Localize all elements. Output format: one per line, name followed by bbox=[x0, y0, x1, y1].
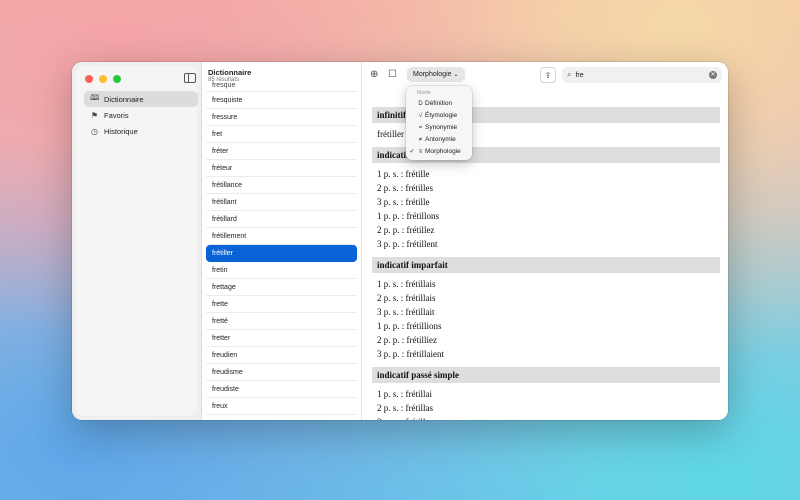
conjugation-row: 3 p. s. : frétilla bbox=[377, 415, 715, 420]
sidebar-toggle-icon[interactable] bbox=[184, 73, 196, 83]
list-title: Dictionnaire bbox=[208, 68, 252, 77]
list-item[interactable]: freudiste bbox=[206, 381, 357, 398]
mode-glyph-icon: = bbox=[418, 125, 423, 131]
conjugation-row: 2 p. p. : frétilliez bbox=[377, 335, 437, 345]
mode-option-label: Morphologie bbox=[425, 148, 461, 155]
mode-option-étymologie[interactable]: √ Étymologie bbox=[406, 110, 472, 122]
bookmark-icon[interactable]: ☐ bbox=[388, 69, 397, 80]
conjugation-row: 2 p. s. : frétilles bbox=[377, 183, 433, 193]
sidebar: 🕮 Dictionnaire ⚑ Favoris ◷ Historique bbox=[72, 62, 202, 420]
conjugation-row: 2 p. p. : frétillez bbox=[377, 225, 435, 235]
list-item[interactable]: fréter bbox=[206, 143, 357, 160]
list-item[interactable]: fréteur bbox=[206, 160, 357, 177]
list-item[interactable]: fresque bbox=[206, 80, 357, 92]
section-body: 1 p. s. : frétillais 2 p. s. : frétillais… bbox=[372, 273, 720, 367]
list-item[interactable]: fret bbox=[206, 126, 357, 143]
share-icon: ⇪ bbox=[544, 70, 552, 80]
zoom-icon[interactable]: ⊕ bbox=[370, 69, 378, 80]
section-body: 1 p. s. : frétille 2 p. s. : frétilles 3 p… bbox=[372, 163, 720, 257]
sidebar-item-historique[interactable]: ◷ Historique bbox=[84, 123, 198, 139]
list-item[interactable]: frétillance bbox=[206, 177, 357, 194]
search-icon: ⌕ bbox=[567, 70, 572, 79]
toolbar: ⊕ ☐ Morphologie ⌄ ⇪ ⌕ fre ✕ bbox=[362, 62, 728, 88]
conjugation-row: 1 p. p. : frétillons bbox=[377, 211, 439, 221]
mode-label: Morphologie bbox=[413, 71, 452, 78]
list-item[interactable]: fretter bbox=[206, 330, 357, 347]
share-button[interactable]: ⇪ bbox=[540, 67, 556, 83]
mode-glyph-icon: √ bbox=[418, 113, 423, 119]
sidebar-item-label: Favoris bbox=[104, 110, 129, 120]
minimize-window-button[interactable] bbox=[99, 75, 107, 83]
mode-option-label: Étymologie bbox=[425, 112, 458, 119]
conjugation-row: 3 p. p. : frétillent bbox=[377, 239, 438, 249]
list-item[interactable]: fresquiste bbox=[206, 92, 357, 109]
clock-icon: ◷ bbox=[91, 126, 98, 136]
checkmark-icon: ✓ bbox=[409, 149, 415, 155]
chevron-down-icon: ⌄ bbox=[453, 72, 459, 78]
mode-option-label: Antonymie bbox=[425, 136, 456, 143]
mode-glyph-icon: ≡ bbox=[418, 149, 423, 155]
mode-option-morphologie[interactable]: ✓ ≡ Morphologie bbox=[406, 146, 472, 158]
conjugation-row: 3 p. s. : frétillait bbox=[377, 307, 435, 317]
section-body: 1 p. s. : frétillai 2 p. s. : frétillas 3 … bbox=[372, 383, 720, 420]
conjugation-row: 1 p. s. : frétillais bbox=[377, 279, 436, 289]
list-item[interactable]: frette bbox=[206, 296, 357, 313]
conjugation-row: 3 p. p. : frétillaient bbox=[377, 349, 444, 359]
list-item[interactable]: frétillard bbox=[206, 211, 357, 228]
mode-option-définition[interactable]: D Définition bbox=[406, 98, 472, 110]
conjugation-row: 1 p. p. : frétillions bbox=[377, 321, 442, 331]
results-list: fresque fresquiste fressure fret fréter fréte… bbox=[202, 80, 361, 415]
list-item[interactable]: freudisme bbox=[206, 364, 357, 381]
mode-option-label: Définition bbox=[425, 100, 453, 107]
app-window: 🕮 Dictionnaire ⚑ Favoris ◷ Historique Diction… bbox=[72, 62, 728, 420]
list-item[interactable]: freudien bbox=[206, 347, 357, 364]
window-controls bbox=[85, 75, 121, 83]
book-icon: 🕮 bbox=[90, 93, 100, 102]
list-item[interactable]: frétillement bbox=[206, 228, 357, 245]
list-item[interactable]: fretin bbox=[206, 262, 357, 279]
sidebar-nav: 🕮 Dictionnaire ⚑ Favoris ◷ Historique bbox=[84, 91, 198, 139]
clear-search-icon[interactable]: ✕ bbox=[709, 71, 717, 79]
bookmark-icon: ⚑ bbox=[90, 110, 99, 120]
mode-menu: Mode D Définition √ Étymologie = Synonymie ≠ An… bbox=[406, 86, 472, 160]
mode-glyph-icon: D bbox=[418, 101, 423, 107]
list-item[interactable]: freux bbox=[206, 398, 357, 415]
conjugation-row: 2 p. s. : frétillais bbox=[377, 293, 436, 303]
search-input[interactable]: fre bbox=[575, 72, 709, 79]
sidebar-item-label: Historique bbox=[104, 126, 138, 136]
mode-option-label: Synonymie bbox=[425, 124, 458, 131]
conjugation-row: 3 p. s. : frétille bbox=[377, 197, 430, 207]
list-item[interactable]: fressure bbox=[206, 109, 357, 126]
mode-dropdown-button[interactable]: Morphologie ⌄ bbox=[407, 67, 465, 82]
zoom-window-button[interactable] bbox=[113, 75, 121, 83]
results-list-panel: Dictionnaire 85 résultats fresque fresqui… bbox=[202, 62, 362, 420]
sidebar-item-favoris[interactable]: ⚑ Favoris bbox=[84, 107, 198, 123]
mode-option-synonymie[interactable]: = Synonymie bbox=[406, 122, 472, 134]
sidebar-panel: 🕮 Dictionnaire ⚑ Favoris ◷ Historique bbox=[76, 66, 198, 416]
section-heading: indicatif imparfait bbox=[372, 257, 720, 273]
conjugation-row: 2 p. s. : frétillas bbox=[377, 403, 433, 413]
sidebar-item-label: Dictionnaire bbox=[104, 94, 144, 104]
list-item[interactable]: frétillant bbox=[206, 194, 357, 211]
conjugation-row: 1 p. s. : frétillai bbox=[377, 389, 432, 399]
list-item[interactable]: frétiller bbox=[206, 245, 357, 262]
mode-glyph-icon: ≠ bbox=[418, 137, 423, 143]
section-heading: indicatif passé simple bbox=[372, 367, 720, 383]
conjugation-row: 1 p. s. : frétille bbox=[377, 169, 430, 179]
list-item[interactable]: fretté bbox=[206, 313, 357, 330]
mode-option-antonymie[interactable]: ≠ Antonymie bbox=[406, 134, 472, 146]
mode-menu-header: Mode bbox=[417, 90, 431, 96]
list-item[interactable]: frettage bbox=[206, 279, 357, 296]
close-window-button[interactable] bbox=[85, 75, 93, 83]
search-field[interactable]: ⌕ fre ✕ bbox=[562, 67, 722, 83]
sidebar-item-dictionnaire[interactable]: 🕮 Dictionnaire bbox=[84, 91, 198, 107]
